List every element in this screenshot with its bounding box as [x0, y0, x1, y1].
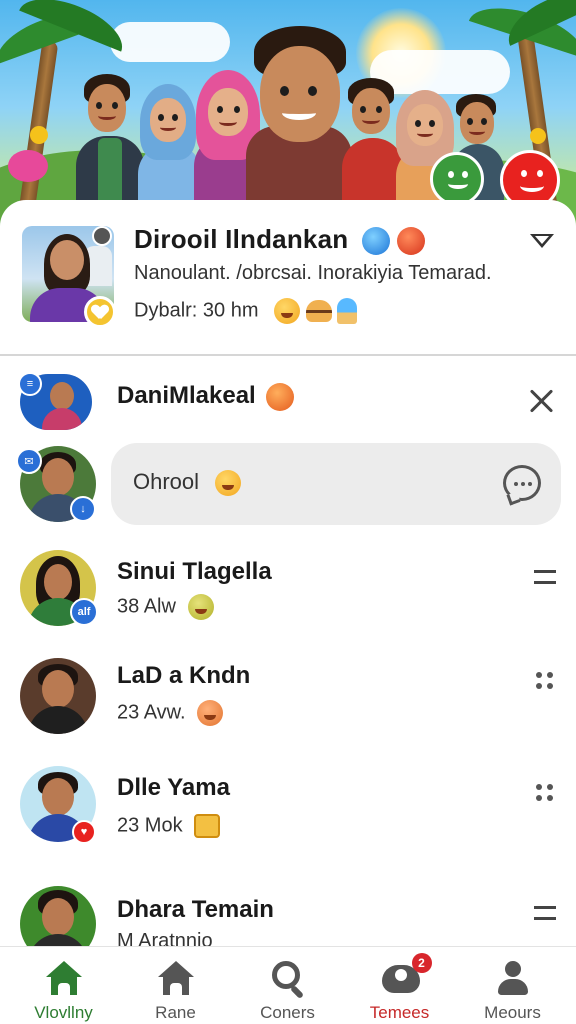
- list-item[interactable]: ♥ Dlle Yama 23 Mok: [0, 764, 576, 858]
- home-outline-icon: [157, 961, 194, 997]
- avatar[interactable]: [20, 658, 96, 734]
- user-icon: [495, 961, 531, 997]
- profile-name: Diroоil Ilndankan: [134, 224, 426, 256]
- notification-badge: 2: [411, 953, 432, 973]
- cloud: [110, 22, 230, 62]
- divider: [0, 354, 576, 356]
- dots-icon[interactable]: [536, 784, 554, 802]
- badge-icon: ✉: [16, 448, 42, 474]
- badge-icon: alf: [70, 598, 98, 626]
- profile-card[interactable]: Diroоil Ilndankan Nanoulant. /obrcsai. I…: [0, 200, 576, 355]
- heart-icon: [84, 296, 116, 328]
- bottom-nav: Vlovllny Rane Coners 2 Temees Meours: [0, 946, 576, 1024]
- ice-cream-emoji-icon: [337, 298, 358, 324]
- burger-emoji-icon: [305, 300, 332, 322]
- fruit-emoji-icon: [397, 227, 426, 256]
- avatar[interactable]: [20, 886, 96, 946]
- profile-subtitle: Nanoulant. /obrcsai. Inorakiyia Temarad.: [134, 262, 492, 284]
- close-icon[interactable]: [528, 388, 554, 414]
- chat-bubble-icon[interactable]: [503, 465, 541, 501]
- nav-label: Rane: [155, 1003, 196, 1022]
- group-icon: 2: [381, 953, 432, 997]
- menu-icon[interactable]: [534, 570, 556, 584]
- nav-item-coners[interactable]: Coners: [230, 947, 345, 1024]
- contact-name: LaD a Kndn: [117, 662, 251, 689]
- contact-status: 23 Avw.: [117, 700, 224, 726]
- menu-icon[interactable]: [534, 906, 556, 920]
- heart-icon: ♥: [72, 820, 96, 844]
- chevron-down-icon[interactable]: [530, 234, 554, 248]
- flower: [30, 126, 48, 144]
- contact-status: 38 Alw: [117, 594, 214, 620]
- reply-bubble[interactable]: Ohrool: [111, 443, 561, 525]
- nav-item-meours[interactable]: Meours: [455, 947, 570, 1024]
- content-sheet: Diroоil Ilndankan Nanoulant. /obrcsai. I…: [0, 200, 576, 1024]
- nav-item-home[interactable]: Vlovllny: [6, 947, 121, 1024]
- nav-label: Meours: [484, 1003, 541, 1022]
- flower: [530, 128, 546, 144]
- contact-name: Dhara Temain: [117, 896, 274, 923]
- nav-label: Vlovllny: [34, 1003, 93, 1022]
- nav-item-rane[interactable]: Rane: [118, 947, 233, 1024]
- contact-name: Dlle Yama: [117, 774, 230, 801]
- download-icon: ↓: [70, 496, 96, 522]
- contact-status: 23 Mok: [117, 814, 221, 838]
- nav-label: Coners: [260, 1003, 315, 1022]
- contact-status: M Aratnnio: [117, 930, 213, 946]
- face-emoji-icon: [197, 700, 224, 726]
- face-emoji-icon: [274, 298, 301, 324]
- flower: [8, 150, 48, 182]
- dots-icon[interactable]: [536, 672, 554, 690]
- face-emoji-icon: [187, 594, 214, 620]
- nav-label: Temees: [369, 1003, 430, 1022]
- face-emoji-icon: [215, 470, 242, 497]
- green-smile-face-icon[interactable]: [430, 152, 484, 206]
- nav-item-temees[interactable]: 2 Temees: [342, 947, 457, 1024]
- home-icon: [45, 961, 82, 997]
- contact-name: Sinui Tlagella: [117, 558, 272, 585]
- list-item[interactable]: LaD a Kndn 23 Avw.: [0, 656, 576, 750]
- fruit-emoji-icon: [266, 382, 295, 411]
- list-item[interactable]: alf Sinui Tlagella 38 Alw: [0, 546, 576, 640]
- reply-text: Ohrool: [133, 469, 242, 497]
- profile-meta: Dybalr: 30 hm: [134, 298, 358, 324]
- list-item[interactable]: ≡ DaniMlakeal: [0, 366, 576, 436]
- status-dot: [92, 226, 112, 246]
- badge-icon: ≡: [18, 372, 42, 396]
- globe-emoji-icon: [361, 227, 390, 256]
- list-item[interactable]: Dhara Temain M Aratnnio: [0, 884, 576, 946]
- search-icon: [270, 961, 306, 1000]
- gift-emoji-icon: [194, 814, 221, 838]
- contact-name: DaniMlakeal: [117, 382, 295, 411]
